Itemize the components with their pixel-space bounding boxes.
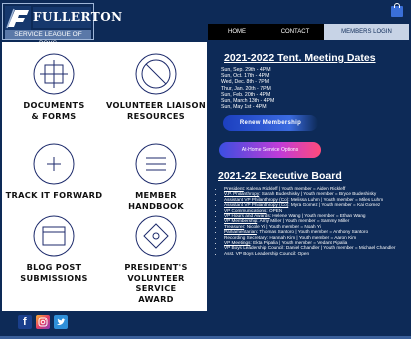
twitter-bird-icon bbox=[57, 318, 66, 325]
nav-members-login[interactable]: MEMBERS LOGIN bbox=[324, 24, 409, 40]
board-member-text: : Sarah Budeshisky | Youth member = Bryc… bbox=[259, 191, 377, 197]
meeting-dates-list: Sun, Sep. 29th - 4PM Sun, Oct. 17th - 4P… bbox=[221, 67, 274, 110]
logo-title: FULLERTON bbox=[33, 7, 122, 28]
site-logo[interactable]: FULLERTON SERVICE LEAGUE OF BOYS bbox=[2, 3, 122, 47]
tile-member-handbook[interactable]: MEMBER HANDBOOK bbox=[106, 142, 206, 211]
board-member-text: : Myra Gomez | Youth member = Kai Gomez bbox=[288, 202, 381, 208]
board-role-link[interactable]: VP Communications bbox=[224, 208, 266, 213]
executive-board-list: President: Kalena Rickleff | Youth membe… bbox=[218, 186, 411, 256]
board-role-link[interactable]: V.P. Philanthropy bbox=[224, 191, 259, 196]
at-home-service-options-button[interactable]: At-Home Service Options bbox=[219, 142, 321, 158]
board-role-link[interactable]: Treasurer bbox=[224, 224, 244, 229]
nav-home[interactable]: HOME bbox=[208, 24, 266, 40]
meeting-date: Wed, Dec. 8th - 7PM bbox=[221, 79, 270, 86]
tile-label-line: TRACK IT FORWARD bbox=[5, 190, 103, 200]
info-column: 2021-2022 Tent. Meeting Dates Sun, Sep. … bbox=[208, 42, 409, 311]
board-member-text: Recording Secretary: Hannah Kim | Youth … bbox=[224, 234, 357, 240]
board-member-text: : Melissa Luhm | Youth member = Miles Lu… bbox=[288, 196, 384, 202]
board-member-text: : Helene Wang | Youth member = Ethan Wan… bbox=[269, 213, 366, 219]
nav-contact[interactable]: CONTACT bbox=[266, 24, 324, 40]
tile-label-line: VOLUNTEER LIAISON bbox=[106, 100, 206, 110]
tile-label-line: & FORMS bbox=[31, 110, 77, 121]
board-role-link[interactable]: VP Meetings bbox=[224, 240, 251, 245]
tile-label-line: SUBMISSIONS bbox=[20, 272, 88, 283]
board-member-text: : Nicole Yi | Youth member = Noah Yi bbox=[244, 223, 321, 229]
window-icon bbox=[33, 215, 75, 257]
tile-label-line: PRESIDENT'S bbox=[124, 262, 188, 272]
plus-circle-icon bbox=[33, 143, 75, 185]
menu-lines-icon bbox=[135, 143, 177, 185]
compass-icon bbox=[135, 53, 177, 95]
tile-label-line: RESOURCES bbox=[127, 110, 185, 121]
executive-board-heading: 2021-22 Executive Board bbox=[218, 170, 342, 182]
instagram-icon[interactable] bbox=[36, 315, 50, 329]
board-member-text: Asst. VP Boys Leadership Council: Open bbox=[224, 250, 310, 256]
tile-blog-post-submissions[interactable]: BLOG POST SUBMISSIONS bbox=[4, 214, 104, 283]
facebook-letter: f bbox=[23, 316, 27, 328]
board-member-text: : Thomas Santoro | Youth member = Anthon… bbox=[256, 229, 369, 235]
board-member-text: : OPEN bbox=[266, 207, 283, 213]
tile-track-it-forward[interactable]: TRACK IT FORWARD bbox=[4, 142, 104, 201]
tile-label-line: MEMBER HANDBOOK bbox=[128, 190, 184, 211]
board-member-text: : Ekta Pipalia | Youth member = Vedant P… bbox=[250, 240, 348, 246]
board-member-text: : Amy Miller | Youth member = Sammy Mill… bbox=[257, 218, 350, 224]
tile-label-line: AWARD bbox=[138, 293, 174, 304]
tile-documents-forms[interactable]: DOCUMENTS & FORMS bbox=[4, 52, 104, 121]
instagram-glyph-icon bbox=[38, 317, 48, 327]
board-role-link[interactable]: VP Membership bbox=[224, 218, 257, 223]
meeting-date: Thur, Jan. 20th - 7PM bbox=[221, 85, 271, 92]
facebook-icon[interactable]: f bbox=[18, 315, 32, 329]
twitter-icon[interactable] bbox=[54, 315, 68, 329]
board-role-link[interactable]: Assistant VP Philanthropy (Co) bbox=[224, 202, 288, 207]
board-role-link[interactable]: Assistant VP Philanthropy (Co) bbox=[224, 197, 288, 202]
board-role-link[interactable]: Parliamentarian bbox=[224, 229, 257, 234]
board-role-link[interactable]: VP Hours and Awards bbox=[224, 213, 270, 218]
tile-label-line: VOLUNTEER SERVICE bbox=[127, 272, 185, 294]
logo-subtitle: SERVICE LEAGUE OF BOYS bbox=[5, 30, 91, 47]
social-links: f bbox=[18, 315, 68, 329]
resource-panel: DOCUMENTS & FORMS VOLUNTEER LIAISON RESO… bbox=[2, 42, 207, 311]
meeting-dates-heading[interactable]: 2021-2022 Tent. Meeting Dates bbox=[224, 52, 376, 64]
board-member-text: VP Boys Leadership Council: Daniel Chand… bbox=[224, 245, 396, 251]
logo-f-mark-icon bbox=[5, 6, 31, 30]
documents-icon bbox=[33, 53, 75, 95]
board-role-link[interactable]: President bbox=[224, 186, 244, 191]
board-member-item: Asst. VP Boys Leadership Council: Open bbox=[224, 251, 411, 256]
diamond-icon bbox=[135, 215, 177, 257]
tile-volunteer-liaison[interactable]: VOLUNTEER LIAISON RESOURCES bbox=[106, 52, 206, 121]
tile-presidents-award[interactable]: PRESIDENT'S VOLUNTEER SERVICE AWARD bbox=[106, 214, 206, 304]
board-member-text: : Kalena Rickleff | Youth member = Aiden… bbox=[243, 186, 346, 191]
renew-membership-button[interactable]: Renew Membership bbox=[223, 115, 318, 131]
meeting-date: Sun, May 1st - 4PM bbox=[221, 104, 267, 111]
top-navigation: HOME CONTACT MEMBERS LOGIN bbox=[208, 24, 409, 40]
shopping-bag-icon[interactable] bbox=[391, 3, 403, 17]
tile-label-line: DOCUMENTS bbox=[23, 100, 85, 110]
tile-label-line: BLOG POST bbox=[26, 262, 82, 272]
